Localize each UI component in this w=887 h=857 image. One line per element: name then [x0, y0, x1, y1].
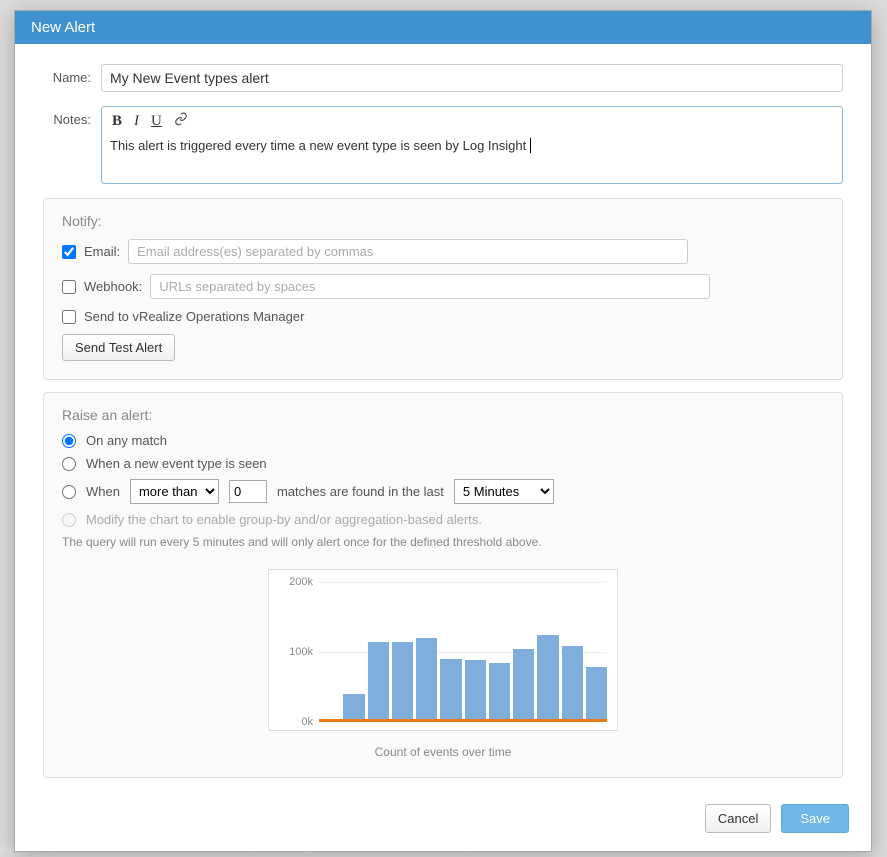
- raise-new-label: When a new event type is seen: [86, 456, 267, 471]
- italic-icon[interactable]: I: [134, 113, 139, 130]
- notes-toolbar: B I U: [102, 107, 842, 136]
- raise-hint: The query will run every 5 minutes and w…: [62, 535, 824, 549]
- chart-bar: [343, 694, 364, 722]
- name-row: Name:: [43, 64, 843, 92]
- cancel-button[interactable]: Cancel: [705, 804, 771, 833]
- raise-when-prefix: When: [86, 484, 120, 499]
- raise-section: Raise an alert: On any match When a new …: [43, 392, 843, 778]
- underline-icon[interactable]: U: [151, 113, 162, 130]
- name-label: Name:: [43, 64, 101, 85]
- count-input[interactable]: [229, 480, 267, 503]
- raise-any-label: On any match: [86, 433, 167, 448]
- chart-bar: [392, 642, 413, 723]
- new-alert-modal: New Alert Name: Notes: B I U: [14, 10, 872, 852]
- raise-groupby-radio: [62, 513, 76, 527]
- notes-row: Notes: B I U This alert is triggered eve…: [43, 106, 843, 184]
- ytick-200k: 200k: [289, 576, 319, 588]
- webhook-row: Webhook:: [62, 274, 824, 299]
- chart-baseline: [319, 719, 607, 722]
- email-checkbox[interactable]: [62, 245, 76, 259]
- notes-textarea[interactable]: This alert is triggered every time a new…: [102, 136, 842, 183]
- raise-when-radio[interactable]: [62, 485, 76, 499]
- chart-bar: [465, 660, 486, 722]
- vrops-checkbox[interactable]: [62, 310, 76, 324]
- vrops-row: Send to vRealize Operations Manager: [62, 309, 824, 324]
- window-select[interactable]: 5 Minutes: [454, 479, 554, 504]
- webhook-checkbox[interactable]: [62, 280, 76, 294]
- chart-bar: [440, 659, 461, 722]
- chart-bars: [319, 582, 607, 722]
- notes-editor[interactable]: B I U This alert is triggered every time…: [101, 106, 843, 184]
- raise-when-row: When more than matches are found in the …: [62, 479, 824, 504]
- raise-groupby-label: Modify the chart to enable group-by and/…: [86, 512, 482, 527]
- compare-select[interactable]: more than: [130, 479, 219, 504]
- raise-title: Raise an alert:: [62, 407, 824, 423]
- raise-groupby-row: Modify the chart to enable group-by and/…: [62, 512, 824, 527]
- ytick-0k: 0k: [301, 716, 319, 728]
- chart-bar: [368, 642, 389, 723]
- chart-bar: [537, 635, 558, 723]
- link-icon[interactable]: [174, 112, 188, 131]
- send-test-button[interactable]: Send Test Alert: [62, 334, 175, 361]
- email-label: Email:: [84, 244, 120, 259]
- modal-footer: Cancel Save: [15, 788, 871, 851]
- chart-bar: [416, 638, 437, 722]
- vrops-label: Send to vRealize Operations Manager: [84, 309, 304, 324]
- raise-new-radio[interactable]: [62, 457, 76, 471]
- chart-title: Count of events over time: [62, 745, 824, 759]
- chart-bar: [586, 667, 607, 722]
- chart-bar: [513, 649, 534, 723]
- notes-label: Notes:: [43, 106, 101, 127]
- raise-new-row: When a new event type is seen: [62, 456, 824, 471]
- raise-when-mid: matches are found in the last: [277, 484, 444, 499]
- raise-any-row: On any match: [62, 433, 824, 448]
- chart-bar: [489, 663, 510, 723]
- modal-body: Name: Notes: B I U Thi: [15, 44, 871, 788]
- email-input[interactable]: [128, 239, 688, 264]
- bold-icon[interactable]: B: [112, 113, 122, 130]
- modal-title: New Alert: [15, 11, 871, 44]
- ytick-100k: 100k: [289, 646, 319, 658]
- save-button[interactable]: Save: [781, 804, 849, 833]
- notes-text: This alert is triggered every time a new…: [110, 138, 526, 153]
- webhook-input[interactable]: [150, 274, 710, 299]
- notify-section: Notify: Email: Webhook: Send to vRealize…: [43, 198, 843, 380]
- chart-container: 200k 100k 0k: [268, 569, 618, 731]
- notify-title: Notify:: [62, 213, 824, 229]
- chart-plot: 200k 100k 0k: [319, 582, 607, 722]
- chart-bar: [562, 646, 583, 722]
- email-row: Email:: [62, 239, 824, 264]
- raise-any-radio[interactable]: [62, 434, 76, 448]
- webhook-label: Webhook:: [84, 279, 142, 294]
- name-input[interactable]: [101, 64, 843, 92]
